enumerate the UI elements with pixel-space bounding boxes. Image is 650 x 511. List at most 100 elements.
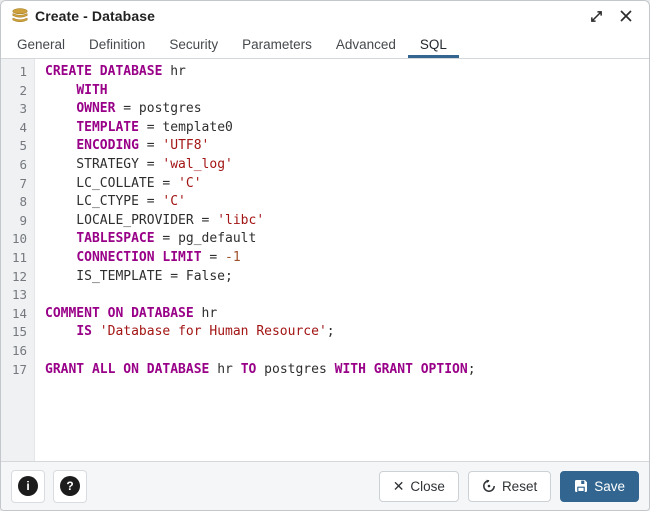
- expand-icon[interactable]: [585, 5, 607, 27]
- x-icon: ✕: [393, 479, 405, 493]
- code-token: [45, 120, 76, 135]
- code-line: LC_COLLATE = 'C': [45, 175, 649, 194]
- code-token: = template0: [139, 120, 233, 135]
- line-number: 7: [1, 175, 27, 194]
- code-token: 'UTF8': [162, 138, 209, 153]
- tab-general[interactable]: General: [5, 31, 77, 58]
- line-number: 1: [1, 63, 27, 82]
- code-line: STRATEGY = 'wal_log': [45, 156, 649, 175]
- code-line: IS_TEMPLATE = False;: [45, 268, 649, 287]
- code-token: [92, 324, 100, 339]
- line-number: 3: [1, 100, 27, 119]
- line-number: 12: [1, 268, 27, 287]
- dialog-title: Create - Database: [35, 8, 155, 24]
- code-token: postgres: [256, 362, 334, 377]
- code-token: [45, 250, 76, 265]
- tab-definition[interactable]: Definition: [77, 31, 157, 58]
- tab-parameters[interactable]: Parameters: [230, 31, 324, 58]
- code-line: GRANT ALL ON DATABASE hr TO postgres WIT…: [45, 361, 649, 380]
- close-button-label: Close: [410, 479, 445, 494]
- tab-advanced[interactable]: Advanced: [324, 31, 408, 58]
- code-token: [45, 138, 76, 153]
- close-icon[interactable]: [615, 5, 637, 27]
- info-icon: i: [18, 476, 38, 496]
- code-token: = pg_default: [155, 231, 257, 246]
- code-token: TEMPLATE: [76, 120, 139, 135]
- tab-sql[interactable]: SQL: [408, 31, 459, 58]
- code-token: WITH: [76, 83, 107, 98]
- code-token: hr: [162, 64, 185, 79]
- code-token: IS_TEMPLATE = False;: [45, 269, 233, 284]
- code-token: COMMENT ON DATABASE: [45, 306, 194, 321]
- code-token: GRANT ALL ON DATABASE: [45, 362, 209, 377]
- code-token: 'Database for Human Resource': [100, 324, 327, 339]
- code-content: CREATE DATABASE hr WITH OWNER = postgres…: [35, 59, 649, 461]
- code-token: 'wal_log': [162, 157, 232, 172]
- line-number: 11: [1, 249, 27, 268]
- code-token: [45, 231, 76, 246]
- line-number: 14: [1, 305, 27, 324]
- code-line: CREATE DATABASE hr: [45, 63, 649, 82]
- code-line: ENCODING = 'UTF8': [45, 137, 649, 156]
- sql-editor[interactable]: 1234567891011121314151617 CREATE DATABAS…: [1, 59, 649, 461]
- database-icon: [11, 8, 29, 24]
- code-token: OWNER: [76, 101, 115, 116]
- code-token: CONNECTION LIMIT: [76, 250, 201, 265]
- gutter: 1234567891011121314151617: [1, 59, 35, 461]
- code-token: IS: [76, 324, 92, 339]
- help-icon: ?: [60, 476, 80, 496]
- code-token: -1: [225, 250, 241, 265]
- code-line: TABLESPACE = pg_default: [45, 230, 649, 249]
- code-token: STRATEGY =: [45, 157, 162, 172]
- create-database-dialog: Create - Database GeneralDefinitionSecur…: [0, 0, 650, 511]
- code-token: [45, 324, 76, 339]
- line-number: 6: [1, 156, 27, 175]
- code-token: ;: [327, 324, 335, 339]
- info-button[interactable]: i: [11, 470, 45, 503]
- save-button[interactable]: Save: [560, 471, 639, 502]
- tab-bar: GeneralDefinitionSecurityParametersAdvan…: [1, 31, 649, 59]
- code-token: =: [139, 138, 162, 153]
- code-token: = postgres: [115, 101, 201, 116]
- reset-button-label: Reset: [502, 479, 537, 494]
- line-number: 2: [1, 82, 27, 101]
- help-button[interactable]: ?: [53, 470, 87, 503]
- code-line: TEMPLATE = template0: [45, 119, 649, 138]
- floppy-icon: [574, 479, 588, 493]
- reset-button[interactable]: Reset: [468, 471, 551, 502]
- code-token: ENCODING: [76, 138, 139, 153]
- code-token: WITH GRANT OPTION: [335, 362, 468, 377]
- code-token: TABLESPACE: [76, 231, 154, 246]
- footer: i ? ✕ Close Reset Save: [1, 461, 649, 510]
- line-number: 5: [1, 137, 27, 156]
- code-token: CREATE DATABASE: [45, 64, 162, 79]
- line-number: 4: [1, 119, 27, 138]
- code-token: LOCALE_PROVIDER =: [45, 213, 217, 228]
- line-number: 13: [1, 286, 27, 305]
- code-token: [45, 83, 76, 98]
- code-token: 'libc': [217, 213, 264, 228]
- code-line: OWNER = postgres: [45, 100, 649, 119]
- code-line: WITH: [45, 82, 649, 101]
- code-token: hr: [209, 362, 240, 377]
- close-button[interactable]: ✕ Close: [379, 471, 459, 502]
- code-line: [45, 286, 649, 305]
- code-line: LOCALE_PROVIDER = 'libc': [45, 212, 649, 231]
- code-token: [45, 101, 76, 116]
- expand-icon-glyph: [590, 10, 603, 23]
- code-line: LC_CTYPE = 'C': [45, 193, 649, 212]
- save-button-label: Save: [594, 479, 625, 494]
- code-line: IS 'Database for Human Resource';: [45, 323, 649, 342]
- reset-arrow-icon: [482, 479, 496, 493]
- code-token: LC_COLLATE =: [45, 176, 178, 191]
- line-number: 8: [1, 193, 27, 212]
- code-token: ;: [468, 362, 476, 377]
- close-icon-glyph: [620, 10, 632, 22]
- line-number: 17: [1, 361, 27, 380]
- code-line: COMMENT ON DATABASE hr: [45, 305, 649, 324]
- code-token: hr: [194, 306, 217, 321]
- line-number: 10: [1, 230, 27, 249]
- code-token: TO: [241, 362, 257, 377]
- tab-security[interactable]: Security: [157, 31, 230, 58]
- line-number: 15: [1, 323, 27, 342]
